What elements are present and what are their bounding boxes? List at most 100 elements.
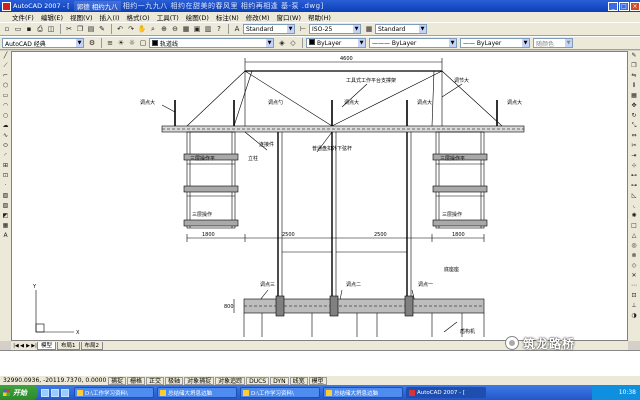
table-icon[interactable]: ▦ xyxy=(1,221,10,230)
tab-layout1[interactable]: 布局1 xyxy=(57,341,80,350)
chevron-down-icon[interactable]: ▼ xyxy=(565,39,572,47)
quick-launch-icon[interactable] xyxy=(61,388,69,397)
layer-select[interactable]: 轨道线 ▼ xyxy=(149,38,274,48)
move-icon[interactable]: ✥ xyxy=(630,101,639,110)
point-icon[interactable]: · xyxy=(1,181,10,190)
menu-modify[interactable]: 修改(M) xyxy=(246,12,270,22)
layer-previous-icon[interactable]: ◇ xyxy=(288,38,298,48)
undo-icon[interactable]: ↶ xyxy=(115,24,125,34)
break-icon[interactable]: ⊷ xyxy=(630,171,639,180)
open-folder-icon[interactable]: ▭ xyxy=(13,24,23,34)
hatch-icon[interactable]: ▨ xyxy=(1,191,10,200)
menu-insert[interactable]: 插入(I) xyxy=(100,12,120,22)
menu-edit[interactable]: 编辑(E) xyxy=(41,12,63,22)
snap-insertion-icon[interactable]: ⊡ xyxy=(630,291,639,300)
text-style-select[interactable]: Standard ▼ xyxy=(243,24,295,34)
chevron-down-icon[interactable]: ▼ xyxy=(266,39,273,47)
snap-tangent-icon[interactable]: ◑ xyxy=(630,311,639,320)
linetype-select[interactable]: ——— ByLayer ▼ xyxy=(369,38,457,48)
chevron-down-icon[interactable]: ▼ xyxy=(449,39,456,47)
preview-icon[interactable]: ◫ xyxy=(46,24,56,34)
taskbar-item[interactable]: D:\工作学习资料\ xyxy=(74,387,154,398)
snap-intersection-icon[interactable]: ✕ xyxy=(630,271,639,280)
chevron-down-icon[interactable]: ▼ xyxy=(76,39,83,47)
status-otrack[interactable]: 对象追踪 xyxy=(215,376,246,385)
menu-file[interactable]: 文件(F) xyxy=(12,12,34,22)
array-icon[interactable]: ▦ xyxy=(630,91,639,100)
chevron-down-icon[interactable]: ▼ xyxy=(522,39,529,47)
insert-block-icon[interactable]: ⊞ xyxy=(1,161,10,170)
construction-line-icon[interactable]: ⟋ xyxy=(1,61,10,70)
match-properties-icon[interactable]: ✎ xyxy=(97,24,107,34)
zoom-previous-icon[interactable]: ⊖ xyxy=(170,24,180,34)
sun-icon[interactable]: ☼ xyxy=(127,38,137,48)
lock-icon[interactable]: ▢ xyxy=(138,38,148,48)
polyline-icon[interactable]: ⌐ xyxy=(1,71,10,80)
maximize-icon[interactable]: □ xyxy=(619,1,629,11)
snap-extension-icon[interactable]: ⋯ xyxy=(630,281,639,290)
close-icon[interactable]: × xyxy=(630,1,640,11)
taskbar-item[interactable]: D:\工作学习资料\ xyxy=(240,387,320,398)
layer-manager-icon[interactable]: ≡ xyxy=(105,38,115,48)
region-icon[interactable]: ◩ xyxy=(1,211,10,220)
offset-icon[interactable]: ⫴ xyxy=(630,81,639,90)
revision-cloud-icon[interactable]: ☁ xyxy=(1,121,10,130)
workspace-settings-icon[interactable]: ⚙ xyxy=(87,38,97,48)
redo-icon[interactable]: ↷ xyxy=(126,24,136,34)
taskbar-item-autocad[interactable]: AutoCAD 2007 - [ xyxy=(406,387,486,398)
rotate-icon[interactable]: ↻ xyxy=(630,111,639,120)
print-icon[interactable]: ⎙ xyxy=(35,24,45,34)
design-center-icon[interactable]: ▣ xyxy=(192,24,202,34)
status-model[interactable]: 模型 xyxy=(308,376,327,385)
chamfer-icon[interactable]: ◺ xyxy=(630,191,639,200)
copy-object-icon[interactable]: ❐ xyxy=(630,61,639,70)
cut-icon[interactable]: ✂ xyxy=(64,24,74,34)
snap-midpoint-icon[interactable]: △ xyxy=(630,231,639,240)
explode-icon[interactable]: ✺ xyxy=(630,211,639,220)
snap-quadrant-icon[interactable]: ◇ xyxy=(630,261,639,270)
chevron-down-icon[interactable]: ▼ xyxy=(287,25,294,33)
tool-palettes-icon[interactable]: ▥ xyxy=(203,24,213,34)
stretch-icon[interactable]: ⇔ xyxy=(630,131,639,140)
tab-model[interactable]: 模型 xyxy=(37,341,57,350)
music-player-pill[interactable]: 郭德 相约九八 xyxy=(73,1,121,11)
plotstyle-select[interactable]: 随颜色 ▼ xyxy=(533,38,573,48)
gradient-icon[interactable]: ▧ xyxy=(1,201,10,210)
status-osnap[interactable]: 对象捕捉 xyxy=(184,376,215,385)
trim-icon[interactable]: ✂ xyxy=(630,141,639,150)
new-file-icon[interactable]: ▫ xyxy=(2,24,12,34)
mirror-icon[interactable]: ⇋ xyxy=(630,71,639,80)
color-select[interactable]: ByLayer ▼ xyxy=(306,38,366,48)
paste-icon[interactable]: ▤ xyxy=(86,24,96,34)
start-button[interactable]: 开始 xyxy=(0,385,38,400)
zoom-realtime-icon[interactable]: ⌕ xyxy=(148,24,158,34)
dimension-style-select[interactable]: ISO-25 ▼ xyxy=(309,24,361,34)
polygon-icon[interactable]: ⬡ xyxy=(1,81,10,90)
ellipse-icon[interactable]: ⬭ xyxy=(1,141,10,150)
table-style-select[interactable]: Standard ▼ xyxy=(375,24,427,34)
chevron-down-icon[interactable]: ▼ xyxy=(419,25,426,33)
extend-icon[interactable]: ⇥ xyxy=(630,151,639,160)
tab-layout2[interactable]: 布局2 xyxy=(80,341,104,350)
menu-help[interactable]: 帮助(H) xyxy=(308,12,331,22)
status-snap[interactable]: 捕捉 xyxy=(108,376,127,385)
ellipse-arc-icon[interactable]: ◜ xyxy=(1,151,10,160)
menu-view[interactable]: 视图(V) xyxy=(70,12,93,22)
status-grid[interactable]: 栅格 xyxy=(127,376,146,385)
menu-window[interactable]: 窗口(W) xyxy=(276,12,301,22)
join-icon[interactable]: ⊶ xyxy=(630,181,639,190)
minimize-icon[interactable]: _ xyxy=(608,1,618,11)
scale-icon[interactable]: ⤡ xyxy=(630,121,639,130)
status-lineweight[interactable]: 线宽 xyxy=(289,376,308,385)
drawing-canvas[interactable]: 4600 工具式工作平台支撑架 调节大 调点大 调点勺 调点大 调点大 调点大 … xyxy=(11,51,628,341)
make-current-layer-icon[interactable]: ◈ xyxy=(277,38,287,48)
workspace-select[interactable]: AutoCAD 经典 ▼ xyxy=(2,38,84,48)
menu-tools[interactable]: 工具(T) xyxy=(157,12,179,22)
multiline-text-icon[interactable]: A xyxy=(1,231,10,240)
status-ortho[interactable]: 正交 xyxy=(146,376,165,385)
chevron-down-icon[interactable]: ▼ xyxy=(358,39,365,47)
clock[interactable]: 10:38 xyxy=(619,389,636,396)
pan-icon[interactable]: ✋ xyxy=(137,24,147,34)
lightbulb-icon[interactable]: ☀ xyxy=(116,38,126,48)
chevron-down-icon[interactable]: ▼ xyxy=(353,25,360,33)
